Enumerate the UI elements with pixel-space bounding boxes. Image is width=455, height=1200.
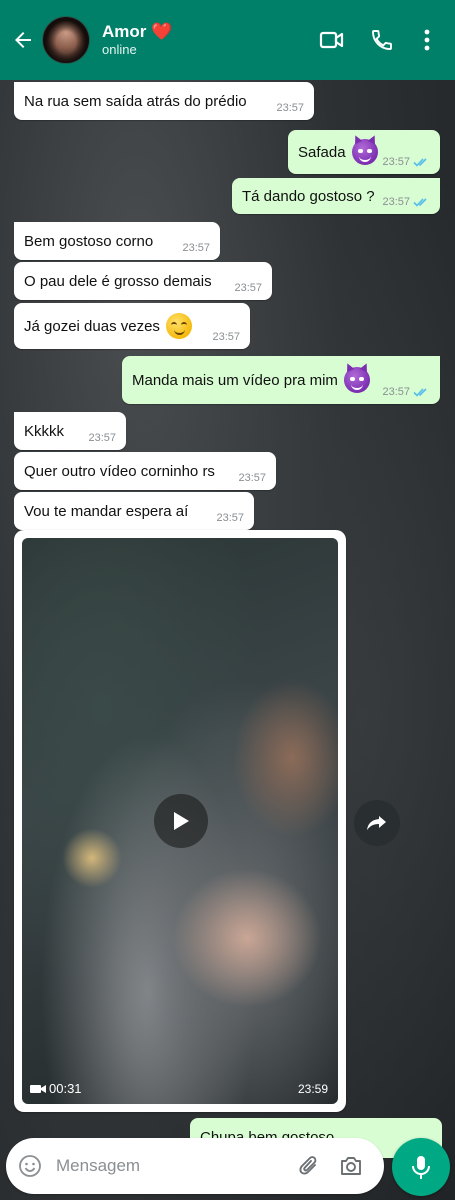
read-ticks-icon (413, 158, 427, 167)
message-time: 23:57 (216, 512, 244, 524)
message-text: Quer outro vídeo corninho rs (24, 462, 215, 480)
message-time: 23:57 (234, 282, 262, 294)
message-incoming[interactable]: Bem gostoso corno 23:57 (14, 222, 220, 260)
message-input[interactable] (54, 1155, 288, 1177)
forward-icon (367, 816, 386, 830)
voice-message-button[interactable] (392, 1138, 450, 1196)
message-time: 23:57 (182, 242, 210, 254)
message-incoming[interactable]: Na rua sem saída atrás do prédio 23:57 (14, 82, 314, 120)
message-incoming[interactable]: Já gozei duas vezes 23:57 (14, 303, 250, 349)
message-incoming[interactable]: Quer outro vídeo corninho rs 23:57 (14, 452, 276, 490)
avatar[interactable] (42, 16, 90, 64)
voice-call-button[interactable] (357, 18, 407, 62)
play-button[interactable] (154, 794, 208, 848)
message-text: Tá dando gostoso ? (242, 187, 375, 205)
message-time: 23:57 (382, 386, 410, 398)
message-time: 23:57 (212, 331, 240, 343)
microphone-icon (412, 1156, 430, 1179)
message-composer[interactable] (6, 1138, 384, 1194)
message-text: Já gozei duas vezes (24, 317, 160, 335)
message-time: 23:57 (276, 102, 304, 114)
smiling-devil-emoji (351, 139, 378, 165)
camera-icon (341, 1157, 361, 1175)
emoji-button[interactable] (6, 1142, 54, 1190)
read-ticks-icon (413, 198, 427, 207)
message-text: Manda mais um vídeo pra mim (132, 371, 338, 389)
message-outgoing[interactable]: Tá dando gostoso ? 23:57 (232, 178, 440, 214)
chat-header: Amor ❤️ online (0, 0, 455, 80)
smiling-devil-emoji (343, 367, 370, 393)
play-icon (174, 812, 189, 830)
video-call-button[interactable] (307, 18, 357, 62)
message-time: 23:57 (238, 472, 266, 484)
message-time: 23:57 (88, 432, 116, 444)
phone-icon (372, 30, 392, 50)
contact-status: online (102, 42, 137, 57)
emoji-icon (19, 1155, 41, 1177)
menu-button[interactable] (407, 18, 447, 62)
message-text: Na rua sem saída atrás do prédio (24, 92, 247, 110)
message-outgoing[interactable]: Safada 23:57 (288, 130, 440, 174)
back-button[interactable] (4, 20, 42, 60)
message-text: Safada (298, 143, 346, 161)
attach-button[interactable] (288, 1144, 330, 1188)
read-ticks-icon (413, 388, 427, 397)
paperclip-icon (299, 1156, 317, 1175)
composer-bar (0, 1128, 455, 1200)
video-duration: 00:31 (30, 1081, 82, 1096)
more-vertical-icon (424, 29, 430, 51)
message-text: Kkkkk (24, 422, 65, 440)
heart-emoji: ❤️ (151, 22, 173, 41)
smirking-face-emoji (165, 313, 192, 339)
contact-name: Amor ❤️ (102, 22, 173, 41)
video-message[interactable]: 00:31 23:59 (14, 530, 346, 1112)
video-thumbnail[interactable]: 00:31 23:59 (22, 538, 338, 1104)
message-outgoing[interactable]: Manda mais um vídeo pra mim 23:57 (122, 356, 440, 404)
camera-button[interactable] (330, 1144, 372, 1188)
message-text: Vou te mandar espera aí (24, 502, 189, 520)
message-text: O pau dele é grosso demais (24, 272, 212, 290)
video-call-icon (319, 31, 344, 49)
message-incoming[interactable]: O pau dele é grosso demais 23:57 (14, 262, 272, 300)
message-text: Bem gostoso corno (24, 232, 154, 250)
video-camera-icon (30, 1084, 46, 1093)
video-time: 23:59 (297, 1082, 328, 1096)
message-time: 23:57 (382, 196, 410, 208)
message-time: 23:57 (382, 156, 410, 168)
message-incoming[interactable]: Vou te mandar espera aí 23:57 (14, 492, 254, 530)
forward-button[interactable] (354, 800, 400, 846)
contact-info[interactable]: Amor ❤️ online (102, 22, 172, 58)
message-incoming[interactable]: Kkkkk 23:57 (14, 412, 126, 450)
back-arrow-icon (15, 32, 31, 48)
